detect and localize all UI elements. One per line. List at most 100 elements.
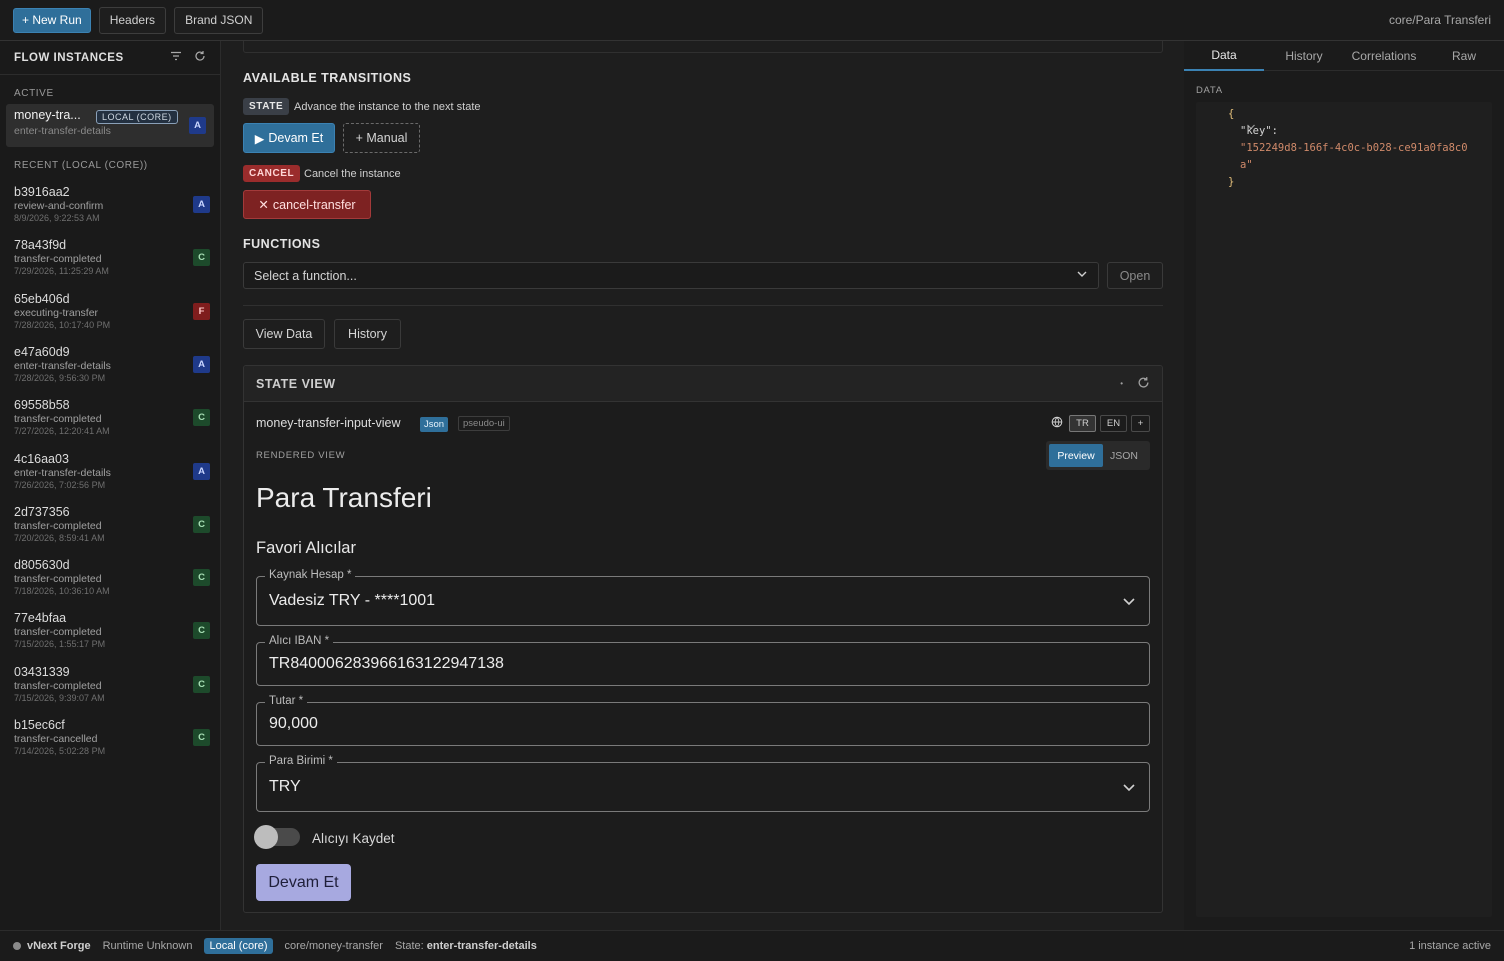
run-id: 65eb406d <box>14 291 70 306</box>
local-core-tag: LOCAL (CORE) <box>96 110 178 124</box>
run-state: transfer-completed <box>14 413 102 426</box>
json-close-brace: } <box>1228 176 1235 188</box>
field-label: Kaynak Hesap * <box>265 569 356 581</box>
sidebar-header: FLOW INSTANCES <box>0 41 220 75</box>
run-id: 69558b58 <box>14 398 70 413</box>
breadcrumb: core/Para Transferi <box>1388 13 1491 27</box>
list-item[interactable]: b3916aa2 review-and-confirm 8/9/2026, 9:22… <box>14 185 214 230</box>
source-account-select[interactable]: Kaynak Hesap * Vadesiz TRY - ****1001 <box>256 569 1150 626</box>
run-date: 7/15/2026, 9:39:07 AM <box>14 692 105 703</box>
run-id: 03431339 <box>14 664 70 679</box>
state-pill: STATE <box>243 98 290 115</box>
local-core-badge: Local (core) <box>204 938 273 954</box>
status-badge: C <box>193 622 210 640</box>
status-badge: A <box>193 196 210 213</box>
state-prefix: State: <box>394 940 424 952</box>
run-id: b3916aa2 <box>14 185 70 199</box>
run-state: enter-transfer-details <box>14 359 111 372</box>
status-badge: C <box>193 515 210 533</box>
right-panel-tabs: Data History Correlations Raw <box>1184 41 1504 71</box>
form-subtitle: Favori Alıcılar <box>256 539 356 557</box>
list-item[interactable]: 4c16aa03 enter-transfer-details 7/26/2026,… <box>14 452 214 497</box>
run-state: enter-transfer-details <box>14 466 111 479</box>
run-date: 8/9/2026, 9:22:53 AM <box>14 213 100 223</box>
refresh-icon[interactable] <box>1137 376 1150 392</box>
filter-icon[interactable] <box>170 50 182 65</box>
run-state: transfer-cancelled <box>14 733 98 745</box>
chevron-down-icon <box>1076 268 1088 283</box>
list-item[interactable]: 69558b58 transfer-completed 7/27/2026, 12:… <box>14 398 214 443</box>
tab-data[interactable]: Data <box>1184 41 1264 71</box>
state-view-title: STATE VIEW <box>256 376 336 391</box>
right-panel: Data History Correlations Raw DATA { "ke… <box>1184 41 1504 930</box>
view-data-button[interactable]: View Data <box>243 319 325 349</box>
tab-correlations[interactable]: Correlations <box>1344 41 1424 71</box>
list-item[interactable]: 65eb406d executing-transfer 7/28/2026, 10:… <box>14 292 214 337</box>
json-value-cont: a" <box>1240 159 1253 171</box>
cancel-transfer-label: cancel-transfer <box>272 197 356 212</box>
function-select[interactable]: Select a function... <box>243 262 1099 289</box>
cancel-transfer-button[interactable]: ✕ cancel-transfer <box>243 190 371 219</box>
transitions-title: AVAILABLE TRANSITIONS <box>243 71 412 85</box>
recent-section-label: RECENT (LOCAL (CORE)) <box>14 160 148 171</box>
lang-tr-button[interactable]: TR <box>1069 415 1096 432</box>
new-run-button[interactable]: + New Run <box>13 7 91 33</box>
tab-history[interactable]: History <box>1264 41 1344 71</box>
run-state: transfer-completed <box>14 626 102 639</box>
sidebar: FLOW INSTANCES ACTIVE money-tra... enter… <box>0 41 221 930</box>
tab-raw[interactable]: Raw <box>1424 41 1504 71</box>
cancel-description: Cancel the instance <box>304 168 401 180</box>
manual-transition-button[interactable]: + Manual <box>343 123 420 153</box>
status-badge: C <box>193 729 210 746</box>
open-function-button[interactable]: Open <box>1107 262 1163 289</box>
json-open-brace: { <box>1228 108 1235 120</box>
run-date: 7/18/2026, 10:36:10 AM <box>14 586 110 597</box>
list-item[interactable]: 78a43f9d transfer-completed 7/29/2026, 11:… <box>14 238 214 283</box>
add-lang-button[interactable]: + <box>1131 415 1150 432</box>
json-tag: Json <box>420 417 449 432</box>
json-tab[interactable]: JSON <box>1105 444 1143 467</box>
state-view-panel: STATE VIEW • money-transfer-input-view J… <box>243 365 1163 913</box>
run-date: 7/29/2026, 11:25:29 AM <box>14 266 109 277</box>
run-date: 7/27/2026, 12:20:41 AM <box>14 426 110 437</box>
cancel-pill: CANCEL <box>243 165 301 182</box>
save-recipient-label: Alıcıyı Kaydet <box>312 831 395 846</box>
currency-select[interactable]: Para Birimi * TRY <box>256 755 1150 812</box>
list-item[interactable]: 2d737356 transfer-completed 7/20/2026, 8:5… <box>14 505 214 550</box>
view-name: money-transfer-input-view <box>256 416 401 430</box>
run-state: transfer-completed <box>14 573 102 586</box>
list-item[interactable]: 77e4bfaa transfer-completed 7/15/2026, 1:5… <box>14 611 214 656</box>
save-recipient-switch[interactable] <box>254 825 300 849</box>
brand-json-button[interactable]: Brand JSON <box>174 6 264 34</box>
active-instance-item[interactable]: money-tra... enter-transfer-details LOCA… <box>6 104 214 147</box>
top-bar: + New Run Headers Brand JSON core/Para T… <box>0 0 1504 41</box>
list-item[interactable]: b15ec6cf transfer-cancelled 7/14/2026, 5:0… <box>14 718 214 763</box>
list-item[interactable]: e47a60d9 enter-transfer-details 7/28/2026,… <box>14 345 214 390</box>
divider <box>243 305 1163 306</box>
state-value: enter-transfer-details <box>426 940 537 952</box>
list-item[interactable]: 03431339 transfer-completed 7/15/2026, 9:3… <box>14 665 214 710</box>
form-submit-button[interactable]: Devam Et <box>256 864 351 901</box>
run-id: 2d737356 <box>14 504 70 519</box>
status-badge: C <box>193 409 210 427</box>
pseudo-ui-tag: pseudo-ui <box>458 416 510 431</box>
preview-tab[interactable]: Preview <box>1049 444 1103 467</box>
collapsed-panel-edge <box>243 41 1163 53</box>
amount-field[interactable]: Tutar * 90,000 <box>256 695 1150 746</box>
list-item[interactable]: d805630d transfer-completed 7/18/2026, 10:… <box>14 558 214 603</box>
headers-button[interactable]: Headers <box>98 6 167 34</box>
brand-name: vNext Forge <box>27 940 91 952</box>
lang-en-button[interactable]: EN <box>1100 415 1127 432</box>
run-date: 7/26/2026, 7:02:56 PM <box>14 479 106 490</box>
devam-et-transition-button[interactable]: ▶ Devam Et <box>243 123 335 153</box>
state-view-header: STATE VIEW • <box>244 366 1162 402</box>
status-bar: vNext Forge Runtime Unknown Local (core)… <box>0 930 1504 961</box>
history-button[interactable]: History <box>334 319 401 349</box>
field-value: TRY <box>269 778 301 795</box>
run-id: 4c16aa03 <box>14 451 69 466</box>
iban-field[interactable]: Alıcı IBAN * TR840006283966163122947138 <box>256 635 1150 686</box>
refresh-icon[interactable] <box>194 50 206 65</box>
status-badge: F <box>193 302 210 320</box>
instances-count: 1 instance active <box>1409 940 1491 952</box>
field-value: Vadesiz TRY - ****1001 <box>269 592 436 609</box>
